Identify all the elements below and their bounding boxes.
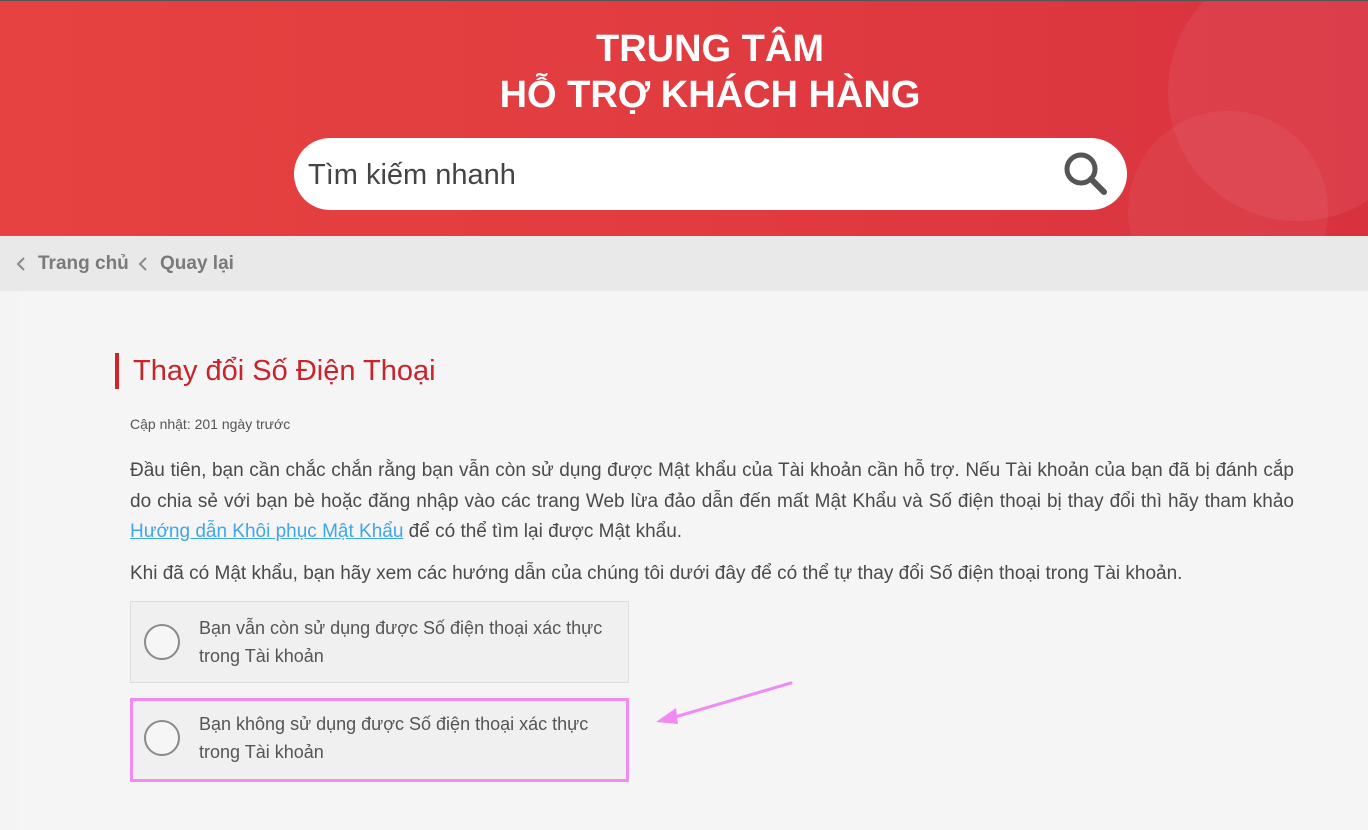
intro-text-after: để có thể tìm lại được Mật khẩu. [403,521,683,542]
breadcrumb-back-label: Quay lại [160,252,234,274]
chevron-left-icon [138,256,147,271]
search-icon[interactable] [1062,150,1110,198]
updated-timestamp: Cập nhật: 201 ngày trước [130,416,291,432]
heading-line-1: TRUNG TÂM [596,28,824,70]
page-heading: TRUNG TÂM HỖ TRỢ KHÁCH HÀNG [0,26,1368,118]
breadcrumb: Trang chủ Quay lại [0,236,1368,291]
chevron-left-icon [16,256,25,271]
breadcrumb-home-label: Trang chủ [38,252,129,274]
option-can-use-phone[interactable]: Bạn vẫn còn sử dụng được Số điện thoại x… [130,601,629,683]
radio-button[interactable] [144,720,180,756]
option-label: Bạn không sử dụng được Số điện thoại xác… [199,714,589,762]
breadcrumb-back-link[interactable]: Quay lại [138,236,234,291]
search-input[interactable] [306,150,1050,200]
intro-paragraph: Đầu tiên, bạn cần chắc chắn rằng bạn vẫn… [130,456,1294,548]
password-recovery-link[interactable]: Hướng dẫn Khôi phục Mật Khẩu [130,521,403,542]
radio-button[interactable] [144,624,180,660]
article-title: Thay đổi Số Điện Thoại [133,355,436,387]
instruction-paragraph: Khi đã có Mật khẩu, bạn hãy xem các hướn… [130,563,1183,584]
option-cannot-use-phone[interactable]: Bạn không sử dụng được Số điện thoại xác… [130,698,629,782]
title-accent-bar [115,353,119,389]
breadcrumb-home-link[interactable]: Trang chủ [16,236,129,291]
annotation-arrow-icon [656,681,793,724]
heading-line-2: HỖ TRỢ KHÁCH HÀNG [499,74,921,116]
search-bar [294,138,1127,210]
intro-text-before: Đầu tiên, bạn cần chắc chắn rằng bạn vẫn… [130,460,1294,512]
option-label: Bạn vẫn còn sử dụng được Số điện thoại x… [199,618,603,666]
